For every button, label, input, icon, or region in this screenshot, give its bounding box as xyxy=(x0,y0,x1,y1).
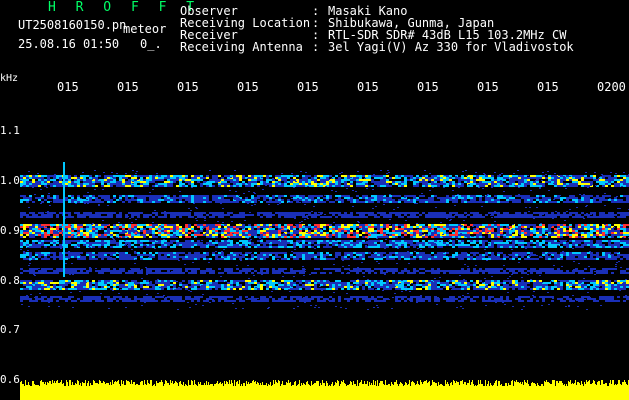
time-tick: 015 xyxy=(477,80,499,94)
freq-tick: 0.8 xyxy=(0,274,20,287)
observation-datetime: 25.08.16 01:50 xyxy=(18,37,120,51)
spectrogram-area xyxy=(20,100,629,400)
observation-mode: meteor xyxy=(123,22,167,36)
time-tick: 015 xyxy=(117,80,139,94)
antenna-value: 3el Yagi(V) Az 330 for Vladivostok xyxy=(328,40,574,54)
freq-tick: 1.1 xyxy=(0,124,20,137)
meteor-echo-streak xyxy=(63,162,65,277)
time-tick: 015 xyxy=(237,80,259,94)
time-tick: 0200 xyxy=(597,80,626,94)
freq-tick: 1.0 xyxy=(0,174,20,187)
file-name: UT2508160150.pn xyxy=(18,18,127,32)
freq-tick: 0.6 xyxy=(0,373,20,386)
time-tick: 015 xyxy=(297,80,319,94)
spectrogram-canvas xyxy=(20,162,629,400)
frequency-unit-label: kHz xyxy=(0,73,19,84)
extra-field: 0_. xyxy=(140,37,162,51)
time-tick: 015 xyxy=(417,80,439,94)
freq-tick: 0.9 xyxy=(0,224,20,237)
time-tick: 015 xyxy=(537,80,559,94)
time-tick: 015 xyxy=(177,80,199,94)
app-brand: H R O F F T xyxy=(48,0,201,15)
freq-tick: 0.7 xyxy=(0,323,20,336)
time-tick: 015 xyxy=(357,80,379,94)
antenna-separator: : xyxy=(312,40,320,54)
antenna-label: Receiving Antenna xyxy=(180,40,303,54)
time-tick: 015 xyxy=(57,80,79,94)
